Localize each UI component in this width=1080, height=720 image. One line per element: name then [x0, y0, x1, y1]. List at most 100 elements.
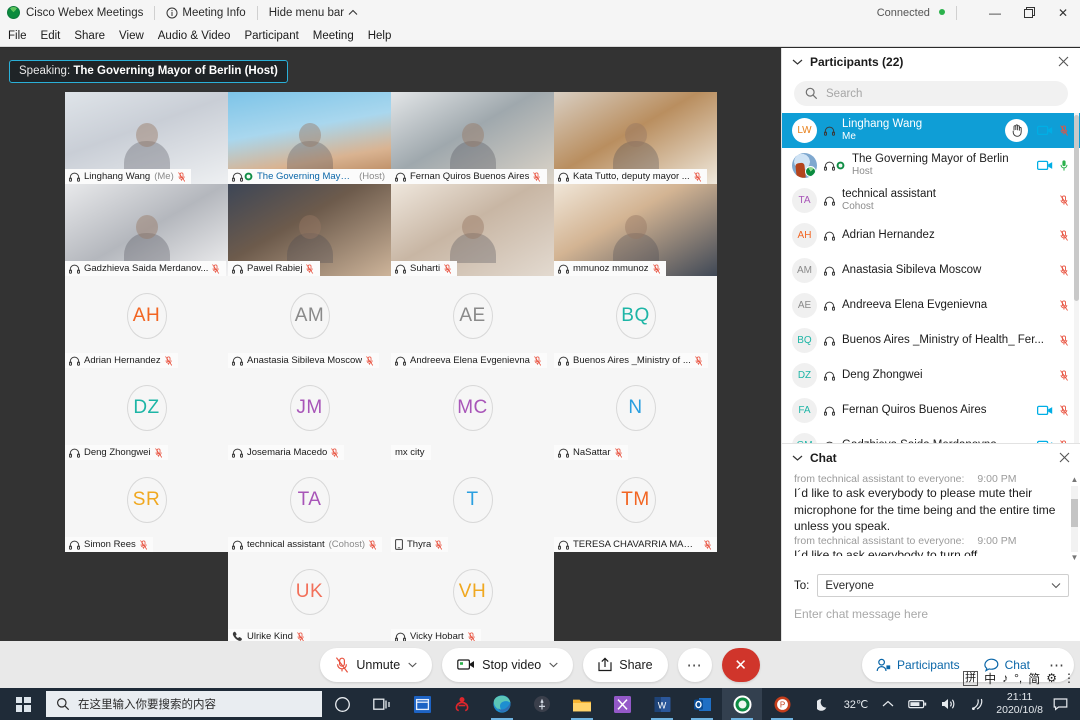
participant-row[interactable]: LWLinghang WangMe: [782, 113, 1080, 148]
close-icon[interactable]: [1056, 452, 1073, 463]
raise-hand-icon[interactable]: [1005, 119, 1028, 142]
battery-icon[interactable]: [901, 698, 934, 710]
participant-row[interactable]: AHAdrian Hernandez: [782, 218, 1080, 253]
scroll-thumb[interactable]: [1071, 499, 1078, 527]
search-input[interactable]: Search: [794, 81, 1068, 106]
chevron-down-icon[interactable]: [408, 662, 417, 668]
participants-toggle-button[interactable]: Participants: [864, 648, 972, 682]
participant-row[interactable]: AMAnastasia Sibileva Moscow: [782, 253, 1080, 288]
ime-item-2[interactable]: ♪: [1002, 671, 1008, 685]
maximize-button[interactable]: [1012, 0, 1046, 25]
chat-message-input[interactable]: Enter chat message here: [782, 597, 1080, 631]
ime-item-6[interactable]: ⋮: [1063, 671, 1075, 685]
participants-list[interactable]: LWLinghang WangMeThe Governing Mayor of …: [782, 113, 1080, 466]
onenote-icon[interactable]: [602, 688, 642, 720]
minimize-button[interactable]: —: [978, 0, 1012, 25]
share-button[interactable]: Share: [583, 648, 667, 682]
task-view-icon[interactable]: [362, 688, 402, 720]
mic-off-icon[interactable]: [1060, 335, 1068, 346]
mic-off-icon[interactable]: [1060, 265, 1068, 276]
chevron-down-icon[interactable]: [792, 454, 803, 462]
participant-row[interactable]: DZDeng Zhongwei: [782, 358, 1080, 393]
video-tile[interactable]: TThyra: [391, 460, 554, 552]
mic-off-icon[interactable]: [1060, 195, 1068, 206]
scroll-down-icon[interactable]: ▼: [1070, 553, 1079, 563]
video-tile[interactable]: AHAdrian Hernandez: [65, 276, 228, 368]
outlook-icon[interactable]: [682, 688, 722, 720]
close-icon[interactable]: [1055, 56, 1072, 67]
video-tile[interactable]: VHVicky Hobart: [391, 552, 554, 641]
video-tile[interactable]: NNaSattar: [554, 368, 717, 460]
video-tile[interactable]: Gadzhieva Saida Merdanov...: [65, 184, 228, 276]
acrobat-red-icon[interactable]: [442, 688, 482, 720]
video-tile[interactable]: Pawel Rabiej: [228, 184, 391, 276]
mic-off-icon[interactable]: [1060, 230, 1068, 241]
menu-item-meeting[interactable]: Meeting: [306, 30, 361, 42]
video-tile[interactable]: AEAndreeva Elena Evgenievna: [391, 276, 554, 368]
participant-row[interactable]: The Governing Mayor of BerlinHost: [782, 148, 1080, 183]
meeting-info-button[interactable]: Meeting Info: [166, 7, 245, 19]
notification-icon[interactable]: [1051, 697, 1076, 711]
video-tile[interactable]: MCmx city: [391, 368, 554, 460]
menu-item-edit[interactable]: Edit: [34, 30, 68, 42]
stop-video-button[interactable]: Stop video: [442, 648, 573, 682]
video-tile[interactable]: mmunoz mmunoz: [554, 184, 717, 276]
mic-on-icon[interactable]: [1060, 159, 1068, 172]
menu-item-audio-video[interactable]: Audio & Video: [151, 30, 238, 42]
participant-row[interactable]: FAFernan Quiros Buenos Aires: [782, 393, 1080, 428]
chat-scrollbar[interactable]: ▲ ▼: [1070, 475, 1079, 563]
word-icon[interactable]: W: [642, 688, 682, 720]
cortana-circle-icon[interactable]: [322, 688, 362, 720]
video-tile[interactable]: UKUlrike Kind: [228, 552, 391, 641]
menu-item-file[interactable]: File: [1, 30, 34, 42]
menu-item-share[interactable]: Share: [67, 30, 112, 42]
file-explorer-icon[interactable]: [562, 688, 602, 720]
temperature-label[interactable]: 32℃: [837, 698, 876, 711]
close-button[interactable]: ✕: [1046, 0, 1080, 25]
ime-item-4[interactable]: 简: [1028, 670, 1040, 687]
participant-row[interactable]: TAtechnical assistantCohost: [782, 183, 1080, 218]
moon-icon[interactable]: [810, 697, 837, 711]
video-tile[interactable]: DZDeng Zhongwei: [65, 368, 228, 460]
windows-start-icon[interactable]: [0, 688, 46, 720]
video-tile[interactable]: Suharti: [391, 184, 554, 276]
taskbar-clock[interactable]: 21:11 2020/10/8: [992, 691, 1051, 717]
chevron-down-icon[interactable]: [792, 58, 803, 66]
taskbar-search-input[interactable]: 在这里输入你要搜索的内容: [46, 691, 322, 717]
chevron-down-icon[interactable]: [549, 662, 558, 668]
network-icon[interactable]: [964, 697, 992, 711]
scroll-up-icon[interactable]: ▲: [1070, 475, 1079, 485]
video-tile[interactable]: BQBuenos Aires _Ministry of ...: [554, 276, 717, 368]
ime-language-bar[interactable]: 拼中♪°,简⚙⋮: [963, 668, 1075, 688]
ime-item-5[interactable]: ⚙: [1046, 671, 1057, 685]
mic-off-icon[interactable]: [1060, 370, 1068, 381]
video-tile[interactable]: TAtechnical assistant(Cohost): [228, 460, 391, 552]
video-tile[interactable]: Kata Tutto, deputy mayor ...: [554, 92, 717, 184]
leave-meeting-button[interactable]: ✕: [722, 648, 760, 682]
video-tile[interactable]: Linghang Wang(Me): [65, 92, 228, 184]
menu-item-view[interactable]: View: [112, 30, 151, 42]
unmute-button[interactable]: Unmute: [320, 648, 432, 682]
ime-item-1[interactable]: 中: [984, 670, 996, 687]
edge-icon[interactable]: [482, 688, 522, 720]
mic-off-icon[interactable]: [1060, 125, 1068, 136]
more-options-button[interactable]: ⋯: [678, 648, 712, 682]
hide-menu-bar-button[interactable]: Hide menu bar: [269, 7, 358, 19]
participant-row[interactable]: AEAndreeva Elena Evgenievna: [782, 288, 1080, 323]
mic-off-icon[interactable]: [1060, 300, 1068, 311]
powerpoint-icon[interactable]: P: [762, 688, 802, 720]
video-tile[interactable]: The Governing Mayor of ...(Host): [228, 92, 391, 184]
ime-item-3[interactable]: °,: [1014, 671, 1022, 685]
webex-icon[interactable]: [722, 688, 762, 720]
tencent-icon[interactable]: [522, 688, 562, 720]
chevron-up-icon[interactable]: [875, 700, 901, 708]
video-tile[interactable]: JMJosemaria Macedo: [228, 368, 391, 460]
menu-item-participant[interactable]: Participant: [237, 30, 305, 42]
participants-scrollbar[interactable]: [1074, 113, 1079, 466]
video-tile[interactable]: TMTERESA CHAVARRIA MADR...: [554, 460, 717, 552]
video-tile[interactable]: AMAnastasia Sibileva Moscow: [228, 276, 391, 368]
participant-row[interactable]: BQBuenos Aires _Ministry of Health_ Fer.…: [782, 323, 1080, 358]
video-tile[interactable]: SRSimon Rees: [65, 460, 228, 552]
window-blue-icon[interactable]: [402, 688, 442, 720]
volume-icon[interactable]: [934, 697, 964, 711]
